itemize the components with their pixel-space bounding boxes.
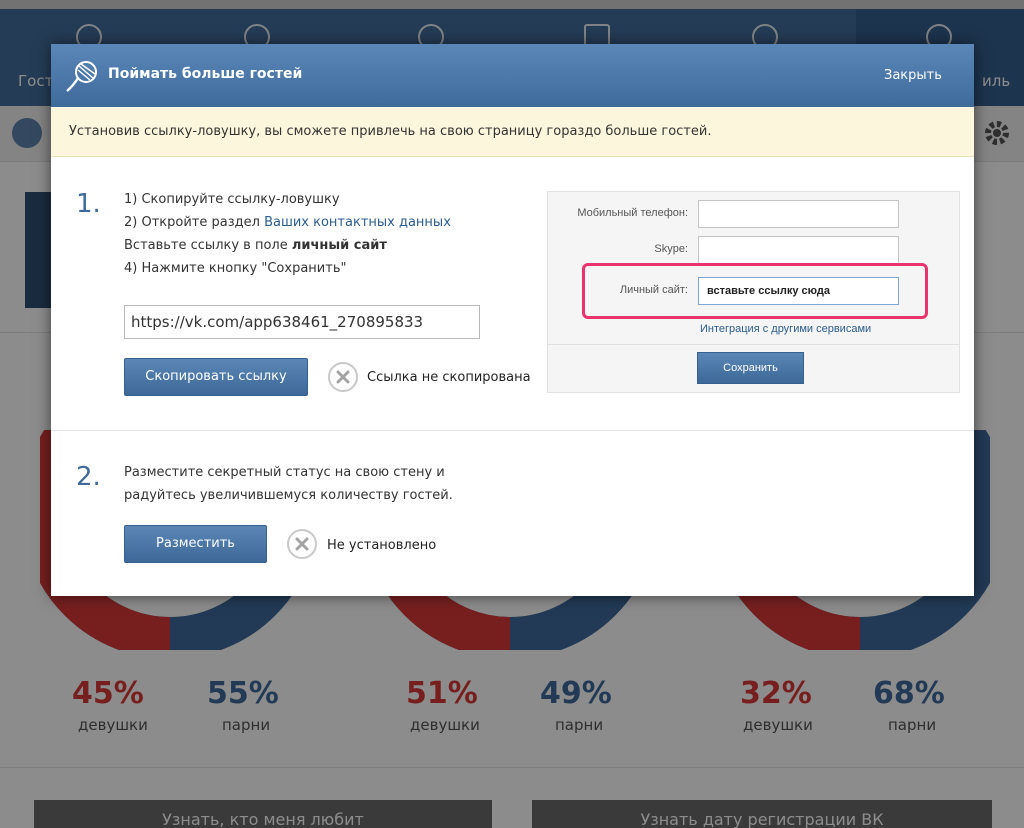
step-divider	[51, 430, 974, 431]
trap-link-input[interactable]	[124, 305, 480, 339]
personal-site-emphasis: личный сайт	[291, 238, 387, 253]
modal-header: Поймать больше гостей Закрыть	[51, 44, 974, 107]
step-two-line-2: радуйтесь увеличившемуся количеству гост…	[124, 488, 453, 503]
not-installed-status-icon	[287, 529, 317, 559]
close-icon	[295, 537, 309, 551]
mobile-phone-field	[698, 200, 899, 228]
contact-details-link[interactable]: Ваших контактных данных	[264, 215, 451, 230]
instruction-line-4: 4) Нажмите кнопку "Сохранить"	[124, 261, 347, 276]
info-notice: Установив ссылку-ловушку, вы сможете при…	[51, 107, 974, 157]
post-status-text: Не установлено	[327, 538, 437, 553]
trap-logo-icon	[66, 61, 97, 92]
integration-link: Интеграция с другими сервисами	[700, 323, 872, 335]
instruction-line-2-text: 2) Откройте раздел	[124, 215, 265, 230]
close-icon	[336, 370, 350, 384]
notice-text: Установив ссылку-ловушку, вы сможете при…	[69, 124, 712, 139]
preview-save-button: Сохранить	[697, 352, 804, 384]
catch-guests-modal: Поймать больше гостей Закрыть Установив …	[51, 44, 974, 596]
step-two-line-1: Разместите секретный статус на свою стен…	[124, 465, 445, 480]
skype-label: Skype:	[654, 243, 688, 255]
step-one-number: 1.	[76, 189, 101, 219]
post-status-button[interactable]: Разместить	[124, 525, 267, 563]
instruction-line-3-text: Вставьте ссылку в поле	[124, 238, 292, 253]
skype-field	[698, 236, 899, 264]
copy-status-text: Ссылка не скопирована	[367, 370, 531, 385]
preview-divider	[548, 344, 959, 345]
not-copied-status-icon	[328, 362, 358, 392]
personal-site-highlight	[582, 263, 928, 319]
step-two-number: 2.	[76, 462, 101, 492]
instruction-line-1: 1) Скопируйте ссылку-ловушку	[124, 192, 340, 207]
copy-link-button[interactable]: Скопировать ссылку	[124, 358, 308, 396]
close-link[interactable]: Закрыть	[884, 68, 942, 83]
modal-title: Поймать больше гостей	[108, 66, 303, 82]
mobile-phone-label: Мобильный телефон:	[577, 207, 688, 219]
contact-form-preview: Мобильный телефон: Skype: Личный сайт: в…	[547, 191, 960, 393]
instruction-line-3: Вставьте ссылку в поле личный сайт	[124, 238, 387, 253]
instruction-line-2: 2) Откройте раздел Ваших контактных данн…	[124, 215, 451, 230]
